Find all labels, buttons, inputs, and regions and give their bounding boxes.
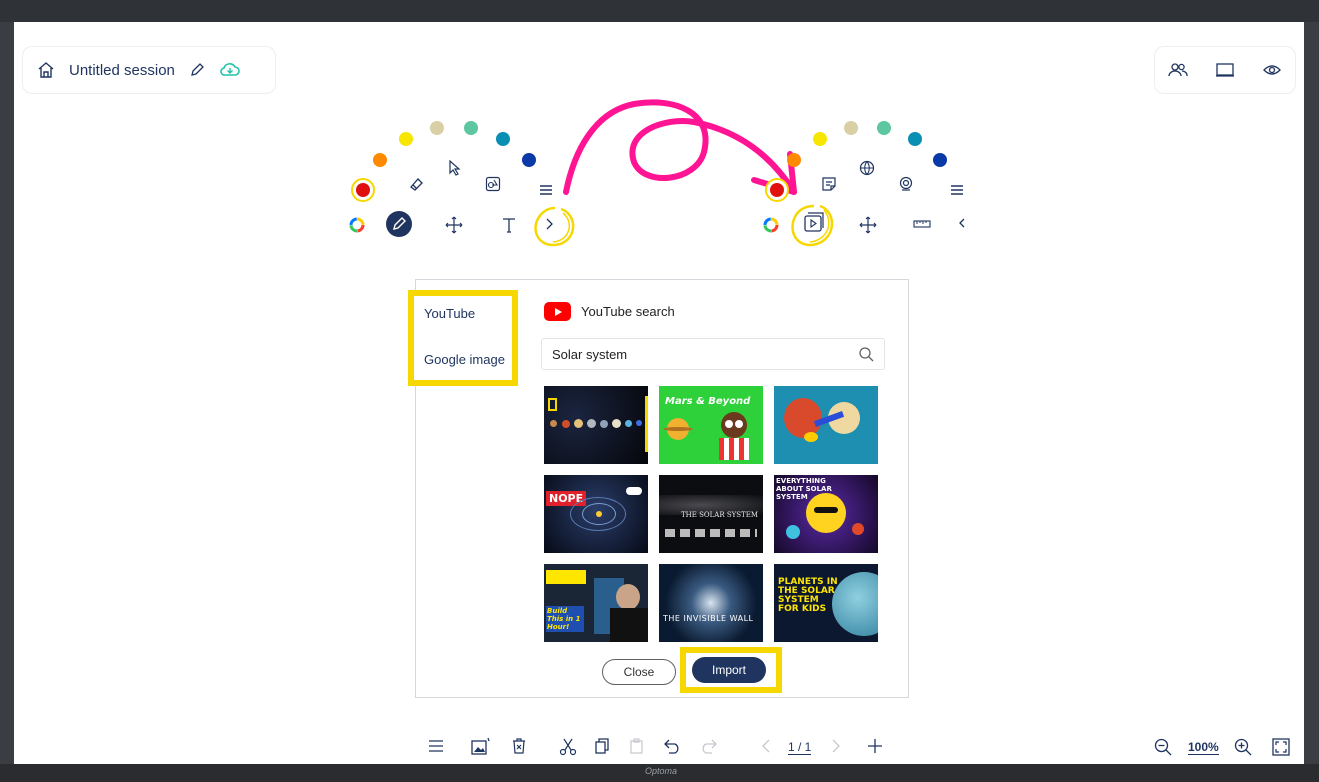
video-thumbnail[interactable]: EVERYTHING ABOUT SOLAR SYSTEM: [774, 475, 878, 553]
thumbnail-caption: Build This in 1 Hour!: [546, 606, 584, 632]
dialog-title: YouTube search: [581, 304, 675, 319]
tab-google-image[interactable]: Google image: [424, 352, 505, 367]
color-swatch-teal-right[interactable]: [908, 132, 922, 146]
color-swatch-yellow-right[interactable]: [813, 132, 827, 146]
color-swatch-red-right: [770, 183, 784, 197]
menu-icon[interactable]: [428, 738, 444, 754]
redo-icon: [699, 738, 717, 754]
monitor-bezel-bottom: Optoma: [0, 764, 1319, 782]
youtube-logo-icon: [544, 302, 571, 321]
thumbnail-caption: THE SOLAR SYSTEM: [681, 511, 758, 519]
cloud-sync-icon[interactable]: [219, 61, 241, 79]
video-thumbnail[interactable]: Build This in 1 Hour!: [544, 564, 648, 642]
expand-chevron-right-icon[interactable]: [527, 201, 583, 251]
sticky-note-icon[interactable]: [821, 176, 837, 192]
collapse-chevron-left-icon[interactable]: [957, 216, 967, 230]
import-button[interactable]: Import: [692, 657, 766, 683]
color-wheel-right-icon[interactable]: [763, 217, 779, 233]
color-swatch-teal[interactable]: [496, 132, 510, 146]
video-thumbnail[interactable]: THE SOLAR SYSTEM: [659, 475, 763, 553]
search-field[interactable]: [541, 338, 885, 370]
undo-icon[interactable]: [664, 738, 682, 754]
eraser-icon[interactable]: [408, 176, 424, 192]
camera-icon[interactable]: [898, 176, 914, 192]
color-swatch-beige[interactable]: [430, 121, 444, 135]
color-swatch-blue-right[interactable]: [933, 153, 947, 167]
add-page-icon[interactable]: [867, 738, 883, 754]
color-swatch-orange[interactable]: [373, 153, 387, 167]
top-right-bar: [1154, 46, 1296, 94]
page-indicator: 1 / 1: [788, 740, 812, 755]
color-swatch-yellow[interactable]: [399, 132, 413, 146]
brand-logo: Optoma: [645, 766, 678, 776]
browser-globe-icon[interactable]: [859, 160, 875, 176]
insert-image-icon[interactable]: [471, 738, 491, 756]
import-highlight: Import: [680, 647, 782, 693]
delete-trash-icon[interactable]: [511, 738, 527, 754]
menu-lines-right-icon[interactable]: [950, 184, 964, 196]
thumbnail-caption: Mars & Beyond: [665, 396, 751, 407]
search-input[interactable]: [552, 346, 858, 362]
source-tabs: YouTube Google image: [408, 290, 518, 386]
color-wheel-icon[interactable]: [349, 217, 365, 233]
text-tool-icon[interactable]: [501, 216, 517, 234]
zoom-in-icon[interactable]: [1234, 738, 1252, 756]
color-swatch-red: [356, 183, 370, 197]
video-thumbnail[interactable]: PLANETS IN THE SOLAR SYSTEM FOR KIDS: [774, 564, 878, 642]
menu-lines-icon[interactable]: [539, 184, 553, 196]
color-swatch-blue[interactable]: [522, 153, 536, 167]
shapes-icon[interactable]: [485, 176, 501, 192]
thumbnail-caption: PLANETS IN THE SOLAR SYSTEM FOR KIDS: [778, 577, 838, 614]
video-thumbnail[interactable]: Mars & Beyond: [659, 386, 763, 464]
monitor-bezel-top: [0, 0, 1319, 22]
search-icon[interactable]: [858, 346, 874, 362]
media-import-dialog: YouTube Google image YouTube search Sola…: [408, 279, 909, 698]
session-title[interactable]: Untitled session: [69, 62, 175, 79]
color-swatch-orange-right[interactable]: [787, 153, 801, 167]
paste-icon: [629, 738, 645, 754]
screen-share-icon[interactable]: [1215, 62, 1235, 78]
color-swatch-mint-right[interactable]: [877, 121, 891, 135]
video-thumbnail[interactable]: THE INVISIBLE WALL: [659, 564, 763, 642]
video-thumbnail[interactable]: NOPE: [544, 475, 648, 553]
session-bar: Untitled session: [22, 46, 276, 94]
home-icon[interactable]: [37, 61, 55, 79]
close-button[interactable]: Close: [602, 659, 676, 685]
video-thumbnail[interactable]: [774, 386, 878, 464]
zoom-level[interactable]: 100%: [1188, 740, 1219, 755]
next-page-icon: [831, 738, 841, 754]
whiteboard-screen[interactable]: Untitled session YouTube Google image Yo…: [14, 22, 1304, 764]
tab-youtube[interactable]: YouTube: [424, 306, 475, 321]
participants-icon[interactable]: [1168, 62, 1188, 78]
move-arrows-right-icon[interactable]: [859, 216, 877, 234]
media-import-icon[interactable]: [784, 198, 842, 252]
ruler-icon[interactable]: [913, 218, 931, 230]
thumbnail-caption: THE INVISIBLE WALL: [663, 614, 754, 623]
zoom-out-icon[interactable]: [1154, 738, 1172, 756]
copy-icon[interactable]: [594, 738, 610, 754]
color-swatch-beige-right[interactable]: [844, 121, 858, 135]
view-eye-icon[interactable]: [1262, 62, 1282, 78]
previous-page-icon: [761, 738, 771, 754]
cut-scissors-icon[interactable]: [559, 738, 577, 756]
dialog-heading: YouTube search: [544, 302, 675, 321]
video-thumbnail[interactable]: [544, 386, 648, 464]
fullscreen-icon[interactable]: [1272, 738, 1290, 756]
cursor-select-icon[interactable]: [448, 160, 462, 176]
edit-pencil-icon[interactable]: [189, 62, 205, 78]
color-swatch-mint[interactable]: [464, 121, 478, 135]
thumbnail-caption: EVERYTHING ABOUT SOLAR SYSTEM: [776, 477, 832, 501]
pen-tool-active-icon[interactable]: [386, 211, 412, 237]
move-arrows-icon[interactable]: [445, 216, 463, 234]
